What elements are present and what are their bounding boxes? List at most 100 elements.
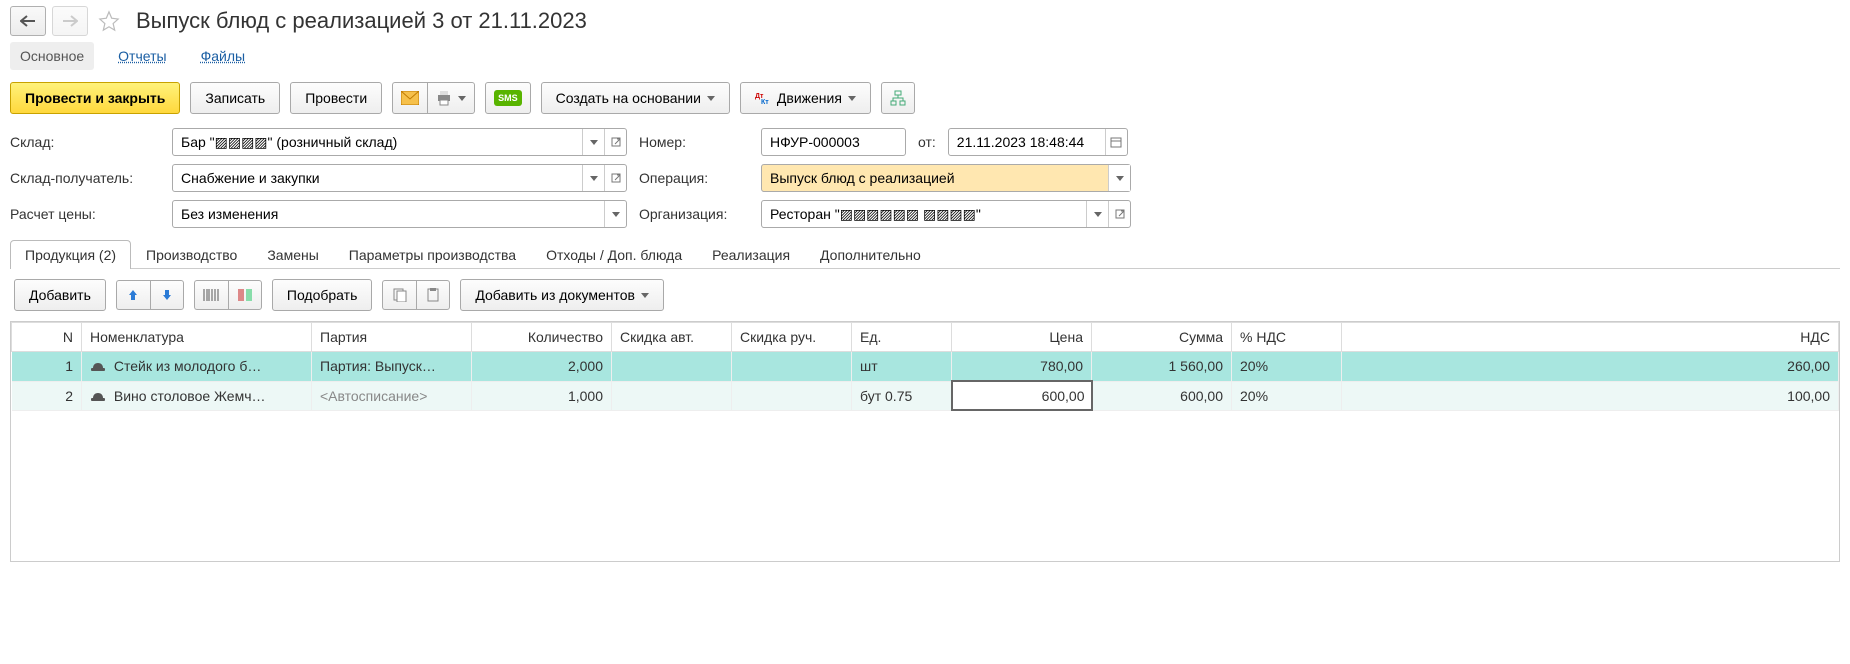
chevron-down-icon (848, 96, 856, 101)
price-calc-field[interactable] (172, 200, 627, 228)
scan-button[interactable] (228, 280, 262, 310)
warehouse-field[interactable] (172, 128, 627, 156)
cell-batch[interactable]: <Автосписание> (312, 381, 472, 410)
post-button[interactable]: Провести (290, 82, 382, 114)
chevron-down-icon (641, 293, 649, 298)
cell-disc-man[interactable] (732, 352, 852, 382)
structure-button[interactable] (881, 82, 915, 114)
dropdown-icon[interactable] (604, 201, 626, 227)
table-row[interactable]: 1 Стейк из молодого б… Партия: Выпуск… 2… (12, 352, 1839, 382)
nav-fwd-button[interactable] (52, 6, 88, 36)
tab-params[interactable]: Параметры производства (334, 240, 531, 269)
barcode-icon (203, 288, 219, 302)
pick-button[interactable]: Подобрать (272, 279, 373, 311)
cell-n: 1 (12, 352, 82, 382)
nav-main[interactable]: Основное (10, 42, 94, 70)
cell-vat-pct[interactable]: 20% (1232, 381, 1342, 410)
create-based-button[interactable]: Создать на основании (541, 82, 730, 114)
cell-unit[interactable]: шт (852, 352, 952, 382)
cell-nomen[interactable]: Стейк из молодого б… (82, 352, 312, 382)
main-toolbar: Провести и закрыть Записать Провести SMS… (10, 78, 1840, 128)
cell-vat-pct[interactable]: 20% (1232, 352, 1342, 382)
tab-production[interactable]: Производство (131, 240, 252, 269)
col-vat: НДС (1342, 323, 1839, 352)
cell-vat[interactable]: 260,00 (1342, 352, 1839, 382)
table-row[interactable]: 2 Вино столовое Жемч… <Автосписание> 1,0… (12, 381, 1839, 410)
cell-qty[interactable]: 1,000 (472, 381, 612, 410)
col-batch: Партия (312, 323, 472, 352)
save-button[interactable]: Записать (190, 82, 280, 114)
open-ref-icon[interactable] (604, 165, 626, 191)
scan-icon (237, 288, 253, 302)
label-warehouse: Склад: (10, 128, 160, 156)
cell-price-editing[interactable]: 600,00 (952, 381, 1092, 410)
dropdown-icon[interactable] (1086, 201, 1108, 227)
add-row-button[interactable]: Добавить (14, 279, 106, 311)
copy-rows-button[interactable] (382, 280, 416, 310)
warehouse-recv-field[interactable] (172, 164, 627, 192)
tree-icon (890, 90, 906, 106)
date-field[interactable] (948, 128, 1128, 156)
cell-sum[interactable]: 600,00 (1092, 381, 1232, 410)
cell-unit[interactable]: бут 0.75 (852, 381, 952, 410)
cell-sum[interactable]: 1 560,00 (1092, 352, 1232, 382)
organization-field[interactable] (761, 200, 1131, 228)
cell-batch[interactable]: Партия: Выпуск… (312, 352, 472, 382)
open-ref-icon[interactable] (1108, 201, 1130, 227)
document-title: Выпуск блюд с реализацией 3 от 21.11.202… (136, 8, 587, 34)
email-button[interactable] (392, 82, 427, 114)
operation-input[interactable] (762, 170, 1108, 186)
favorite-star-icon[interactable] (94, 6, 124, 36)
cell-disc-auto[interactable] (612, 381, 732, 410)
dropdown-icon[interactable] (582, 129, 604, 155)
cell-disc-man[interactable] (732, 381, 852, 410)
create-based-label: Создать на основании (556, 90, 701, 106)
tab-waste[interactable]: Отходы / Доп. блюда (531, 240, 697, 269)
title-bar: Выпуск блюд с реализацией 3 от 21.11.202… (10, 0, 1840, 40)
number-input[interactable] (762, 134, 905, 150)
tab-more[interactable]: Дополнительно (805, 240, 936, 269)
print-button[interactable] (427, 82, 475, 114)
movements-label: Движения (777, 90, 842, 106)
tab-products[interactable]: Продукция (2) (10, 240, 131, 269)
calendar-icon[interactable] (1105, 129, 1127, 155)
number-field[interactable] (761, 128, 906, 156)
open-ref-icon[interactable] (604, 129, 626, 155)
tab-sales[interactable]: Реализация (697, 240, 805, 269)
col-unit: Ед. (852, 323, 952, 352)
organization-input[interactable] (762, 206, 1086, 222)
cell-price[interactable]: 780,00 (952, 352, 1092, 382)
warehouse-input[interactable] (173, 134, 582, 150)
movements-button[interactable]: Дт Кт Движения (740, 82, 871, 114)
add-from-docs-button[interactable]: Добавить из документов (460, 279, 664, 311)
paste-rows-button[interactable] (416, 280, 450, 310)
move-up-button[interactable] (116, 280, 150, 310)
barcode-button[interactable] (194, 280, 228, 310)
dropdown-icon[interactable] (582, 165, 604, 191)
nav-reports[interactable]: Отчеты (108, 42, 176, 70)
cell-nomen[interactable]: Вино столовое Жемч… (82, 381, 312, 410)
nav-back-button[interactable] (10, 6, 46, 36)
price-calc-input[interactable] (173, 206, 604, 222)
post-close-button[interactable]: Провести и закрыть (10, 82, 180, 114)
warehouse-recv-input[interactable] (173, 170, 582, 186)
table-header-row: N Номенклатура Партия Количество Скидка … (12, 323, 1839, 352)
tab-subs[interactable]: Замены (252, 240, 333, 269)
tabs: Продукция (2) Производство Замены Параме… (10, 240, 1840, 269)
cell-n: 2 (12, 381, 82, 410)
sms-button[interactable]: SMS (485, 82, 531, 114)
cell-qty[interactable]: 2,000 (472, 352, 612, 382)
dropdown-icon[interactable] (1108, 165, 1130, 191)
col-disc-man: Скидка руч. (732, 323, 852, 352)
operation-field[interactable] (761, 164, 1131, 192)
label-organization: Организация: (639, 200, 749, 228)
date-input[interactable] (949, 134, 1105, 150)
cell-vat[interactable]: 100,00 (1342, 381, 1839, 410)
copy-icon (393, 288, 407, 302)
col-price: Цена (952, 323, 1092, 352)
cell-disc-auto[interactable] (612, 352, 732, 382)
chevron-down-icon (707, 96, 715, 101)
nav-files[interactable]: Файлы (191, 42, 255, 70)
move-down-button[interactable] (150, 280, 184, 310)
dish-icon (90, 360, 106, 374)
